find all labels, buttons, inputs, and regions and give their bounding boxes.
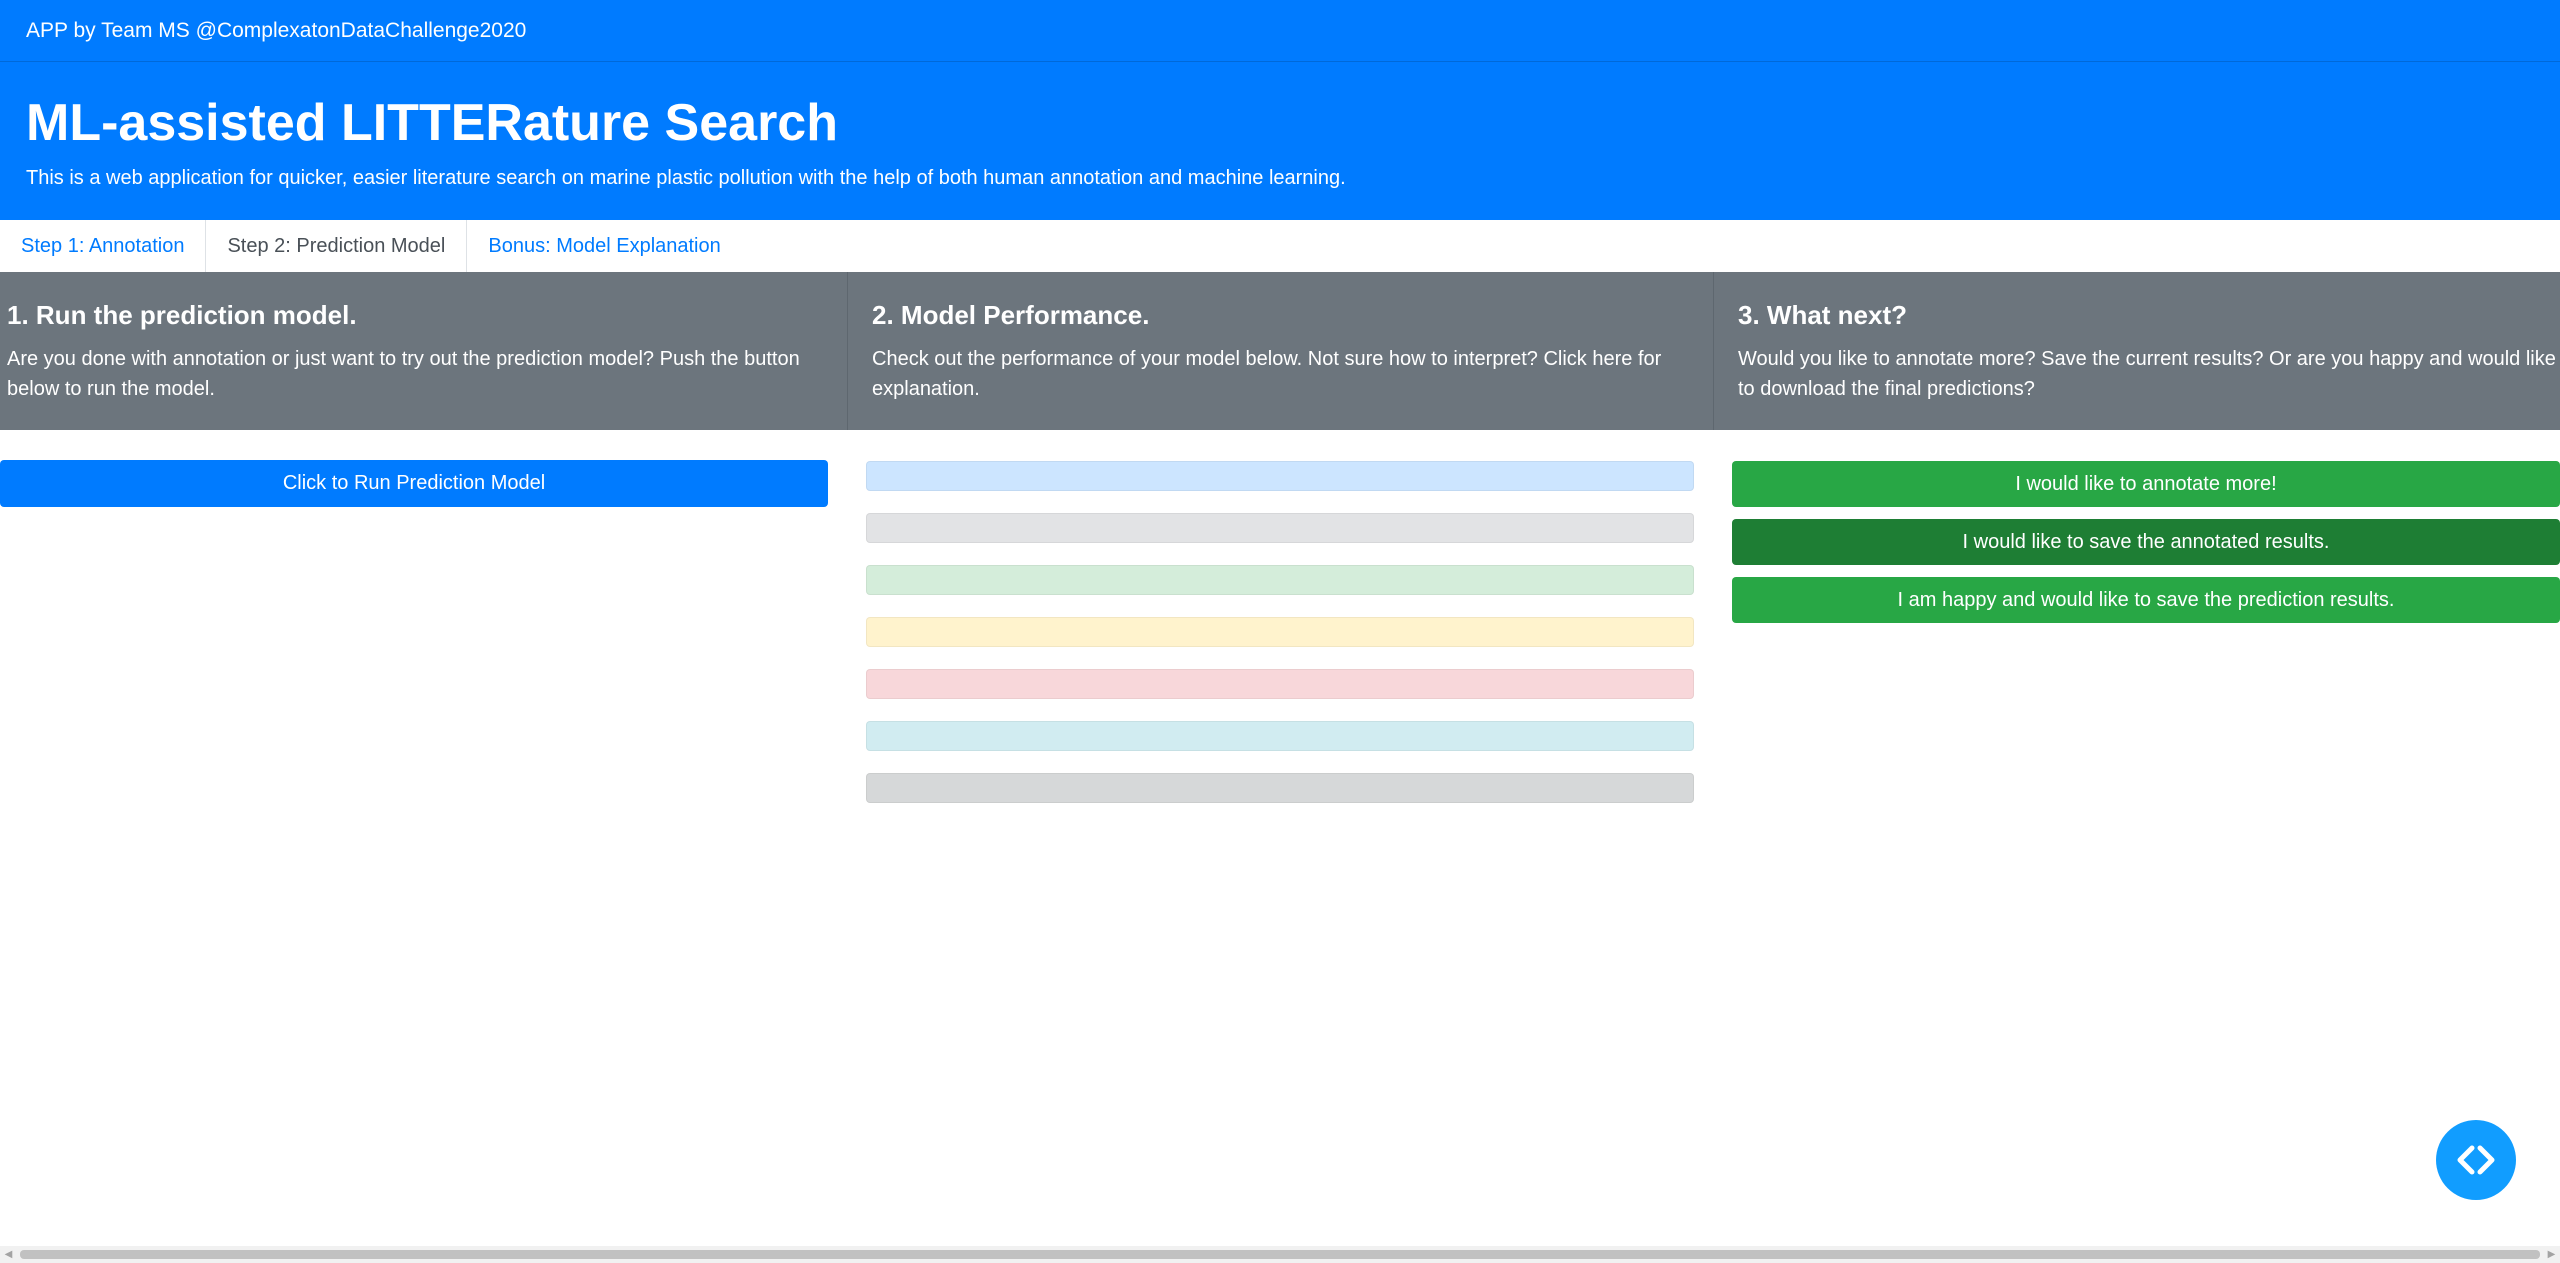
- tab-bonus-model-explanation[interactable]: Bonus: Model Explanation: [467, 220, 741, 272]
- panel-model-performance-heading: 2. Model Performance.: [872, 300, 1150, 330]
- tab-step-2-prediction-model[interactable]: Step 2: Prediction Model: [206, 220, 468, 272]
- tab-bar: Step 1: Annotation Step 2: Prediction Mo…: [0, 220, 2560, 272]
- performance-bar-dark: [866, 773, 1694, 803]
- annotate-more-button[interactable]: I would like to annotate more!: [1732, 461, 2560, 507]
- panel-run-model-text: Are you done with annotation or just wan…: [7, 348, 800, 400]
- run-prediction-model-button[interactable]: Click to Run Prediction Model: [0, 460, 828, 507]
- performance-bar-warning: [866, 617, 1694, 647]
- panel-run-model-heading: 1. Run the prediction model.: [7, 300, 357, 330]
- panel-what-next: 3. What next? Would you like to annotate…: [1714, 272, 2560, 430]
- tab-step-1-annotation[interactable]: Step 1: Annotation: [0, 220, 207, 272]
- hero-jumbotron: ML-assisted LITTERature Search This is a…: [0, 62, 2560, 220]
- save-annotated-results-button[interactable]: I would like to save the annotated resul…: [1732, 519, 2560, 565]
- performance-bar-secondary: [866, 513, 1694, 543]
- next-step-actions: I would like to annotate more! I would l…: [1732, 461, 2560, 635]
- page-title: ML-assisted LITTERature Search: [26, 94, 838, 152]
- scroll-right-arrow[interactable]: ▶: [2543, 1246, 2560, 1263]
- scrollbar-thumb[interactable]: [20, 1250, 2540, 1259]
- panel-what-next-heading: 3. What next?: [1738, 300, 1908, 330]
- panel-what-next-text: Would you like to annotate more? Save th…: [1738, 348, 2556, 400]
- panel-model-performance-text: Check out the performance of your model …: [872, 348, 1662, 400]
- performance-bar-primary: [866, 461, 1694, 491]
- scroll-left-arrow[interactable]: ◀: [0, 1246, 17, 1263]
- model-performance-bars: [866, 461, 1694, 825]
- instruction-panels: 1. Run the prediction model. Are you don…: [0, 272, 2560, 430]
- performance-bar-danger: [866, 669, 1694, 699]
- panel-run-model: 1. Run the prediction model. Are you don…: [0, 272, 848, 430]
- debug-menu-button[interactable]: [2436, 1120, 2516, 1200]
- performance-bar-success: [866, 565, 1694, 595]
- app-credit-text: APP by Team MS @ComplexatonDataChallenge…: [26, 19, 527, 42]
- code-brackets-icon: [2457, 1145, 2495, 1175]
- save-prediction-results-button[interactable]: I am happy and would like to save the pr…: [1732, 577, 2560, 623]
- panel-model-performance: 2. Model Performance. Check out the perf…: [848, 272, 1714, 430]
- performance-bar-info: [866, 721, 1694, 751]
- page-description: This is a web application for quicker, e…: [26, 167, 1346, 189]
- top-navbar: APP by Team MS @ComplexatonDataChallenge…: [0, 0, 2560, 62]
- horizontal-scrollbar[interactable]: ◀ ▶: [0, 1246, 2560, 1263]
